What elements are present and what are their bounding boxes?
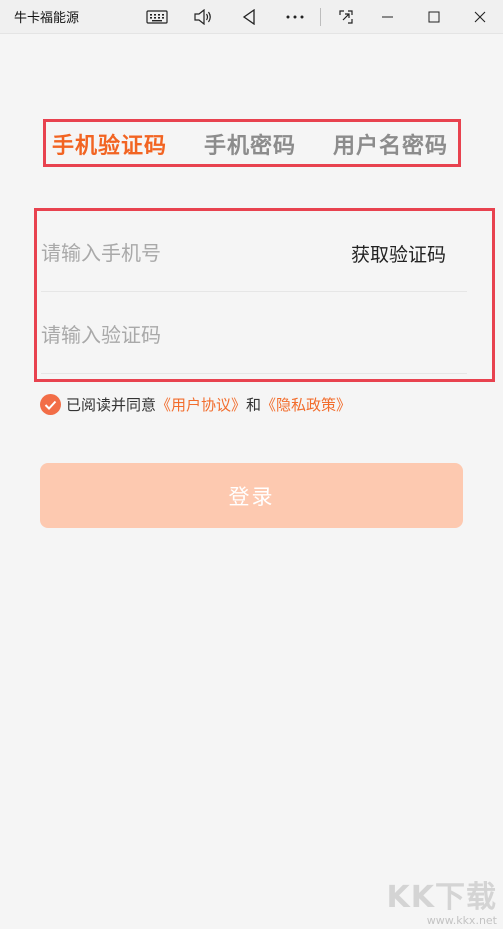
minimize-icon[interactable] [365, 0, 411, 33]
close-icon[interactable] [457, 0, 503, 33]
keyboard-icon[interactable] [134, 0, 180, 33]
toolbar [134, 0, 369, 33]
agreement-prefix: 已阅读并同意 [66, 396, 157, 414]
app-root: 牛卡福能源 手机验证码 手机密码 用户名密码 请输入手机号 获取验证码 请输入验… [0, 0, 503, 929]
privacy-policy-link[interactable]: 《隐私政策》 [261, 394, 351, 415]
login-form: 请输入手机号 获取验证码 请输入验证码 [34, 208, 495, 382]
maximize-icon[interactable] [411, 0, 457, 33]
toolbar-separator [320, 7, 321, 26]
watermark-logo: KK下载 [386, 880, 497, 915]
agreement-row: 已阅读并同意 《用户协议》 和 《隐私政策》 [40, 394, 351, 415]
user-agreement-link[interactable]: 《用户协议》 [156, 394, 246, 415]
login-method-tabs: 手机验证码 手机密码 用户名密码 [43, 119, 461, 167]
tab-phone-password[interactable]: 手机密码 [204, 128, 296, 160]
window-title: 牛卡福能源 [14, 11, 80, 26]
volume-icon[interactable] [180, 0, 226, 33]
agreement-conjunction: 和 [246, 396, 262, 414]
title-bar: 牛卡福能源 [0, 0, 503, 34]
get-code-button[interactable]: 获取验证码 [351, 240, 446, 267]
back-icon[interactable] [226, 0, 272, 33]
watermark: KK下载 www.kkx.net [387, 872, 498, 927]
phone-placeholder: 请输入手机号 [41, 240, 161, 265]
window-controls [365, 0, 503, 33]
checkbox-checked-icon[interactable] [40, 394, 61, 415]
code-placeholder: 请输入验证码 [41, 322, 161, 347]
code-input[interactable]: 请输入验证码 [41, 293, 467, 374]
more-icon[interactable] [272, 0, 318, 33]
tab-sms-code[interactable]: 手机验证码 [52, 128, 167, 160]
tab-username-password[interactable]: 用户名密码 [333, 128, 448, 160]
login-button[interactable]: 登录 [40, 463, 463, 528]
screenshot-icon[interactable] [323, 0, 369, 33]
